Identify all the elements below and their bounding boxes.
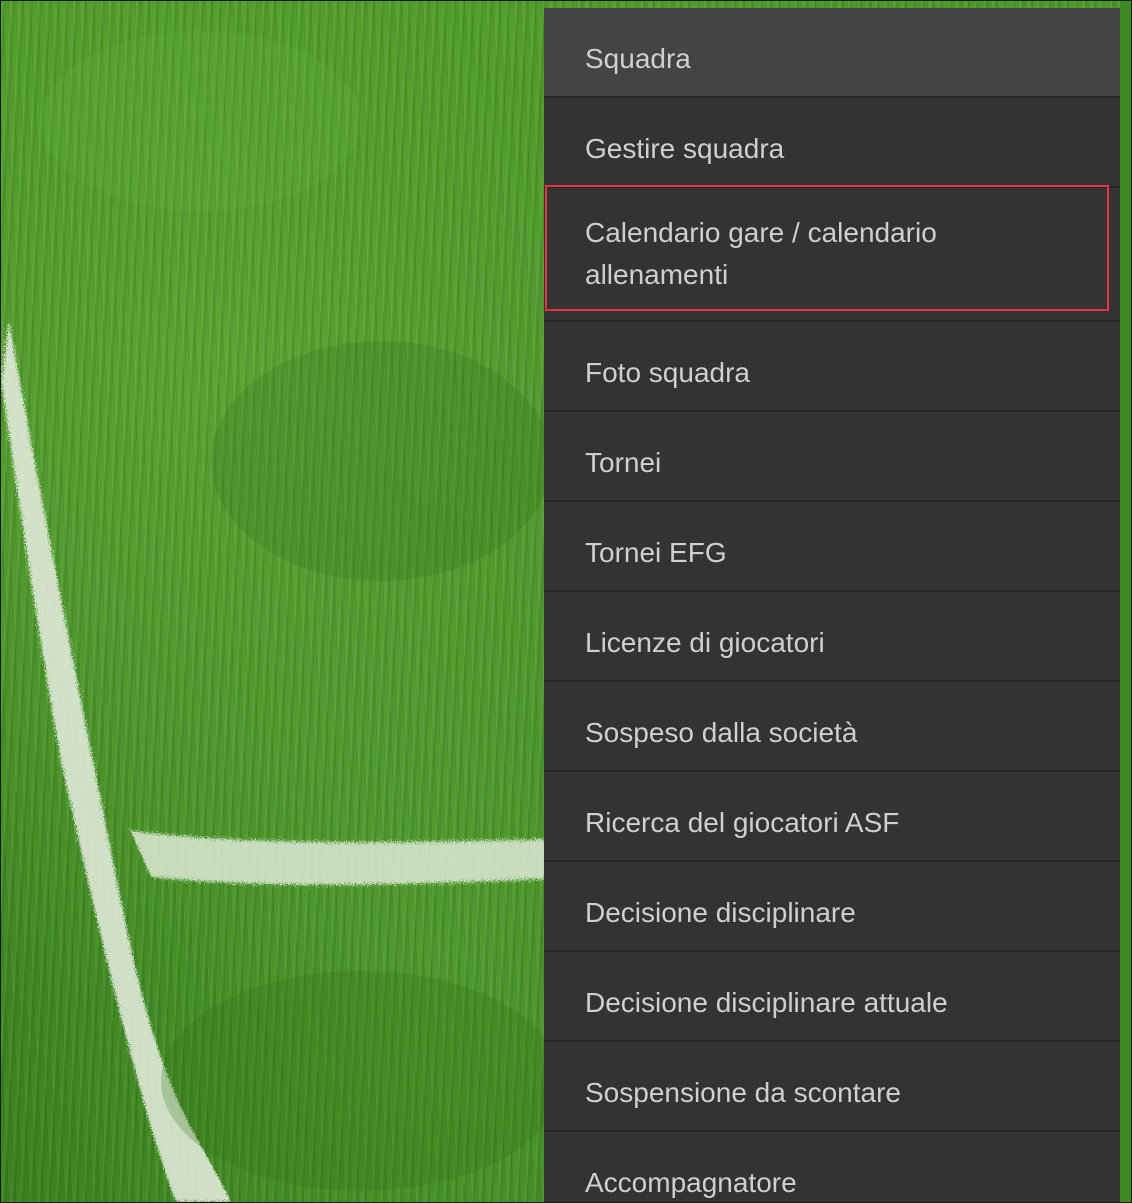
menu-item-label: Decisione disciplinare attuale bbox=[585, 987, 948, 1018]
menu-item-label: Foto squadra bbox=[585, 357, 750, 388]
menu-item-calendario[interactable]: Calendario gare / calendario allenamenti bbox=[544, 185, 1120, 322]
menu-item-label: Accompagnatore bbox=[585, 1167, 797, 1198]
menu-item-label: Tornei EFG bbox=[585, 537, 727, 568]
team-menu: Squadra Gestire squadra Calendario gare … bbox=[544, 8, 1120, 1202]
menu-item-accompagnatore[interactable]: Accompagnatore bbox=[544, 1132, 1120, 1202]
menu-item-licenze-giocatori[interactable]: Licenze di giocatori bbox=[544, 592, 1120, 682]
menu-item-squadra[interactable]: Squadra bbox=[544, 8, 1120, 98]
menu-item-label: Gestire squadra bbox=[585, 133, 785, 164]
menu-item-ricerca-giocatori[interactable]: Ricerca del giocatori ASF bbox=[544, 772, 1120, 862]
menu-item-tornei-efg[interactable]: Tornei EFG bbox=[544, 502, 1120, 592]
menu-item-gestire-squadra[interactable]: Gestire squadra bbox=[544, 98, 1120, 188]
menu-item-label: Sospensione da scontare bbox=[585, 1077, 901, 1108]
menu-item-label: Squadra bbox=[585, 43, 691, 74]
menu-item-decisione-attuale[interactable]: Decisione disciplinare attuale bbox=[544, 952, 1120, 1042]
menu-item-sospensione[interactable]: Sospensione da scontare bbox=[544, 1042, 1120, 1132]
menu-item-label: Tornei bbox=[585, 447, 662, 478]
screenshot-frame: Squadra Gestire squadra Calendario gare … bbox=[0, 0, 1132, 1203]
menu-item-label: Sospeso dalla società bbox=[585, 717, 858, 748]
menu-item-label: Ricerca del giocatori ASF bbox=[585, 807, 900, 838]
menu-item-tornei[interactable]: Tornei bbox=[544, 412, 1120, 502]
menu-item-foto-squadra[interactable]: Foto squadra bbox=[544, 322, 1120, 412]
menu-item-label: Licenze di giocatori bbox=[585, 627, 825, 658]
menu-item-label: Decisione disciplinare bbox=[585, 897, 856, 928]
menu-item-decisione-disciplinare[interactable]: Decisione disciplinare bbox=[544, 862, 1120, 952]
menu-item-sospeso-societa[interactable]: Sospeso dalla società bbox=[544, 682, 1120, 772]
menu-item-label: Calendario gare / calendario allenamenti bbox=[585, 217, 937, 290]
